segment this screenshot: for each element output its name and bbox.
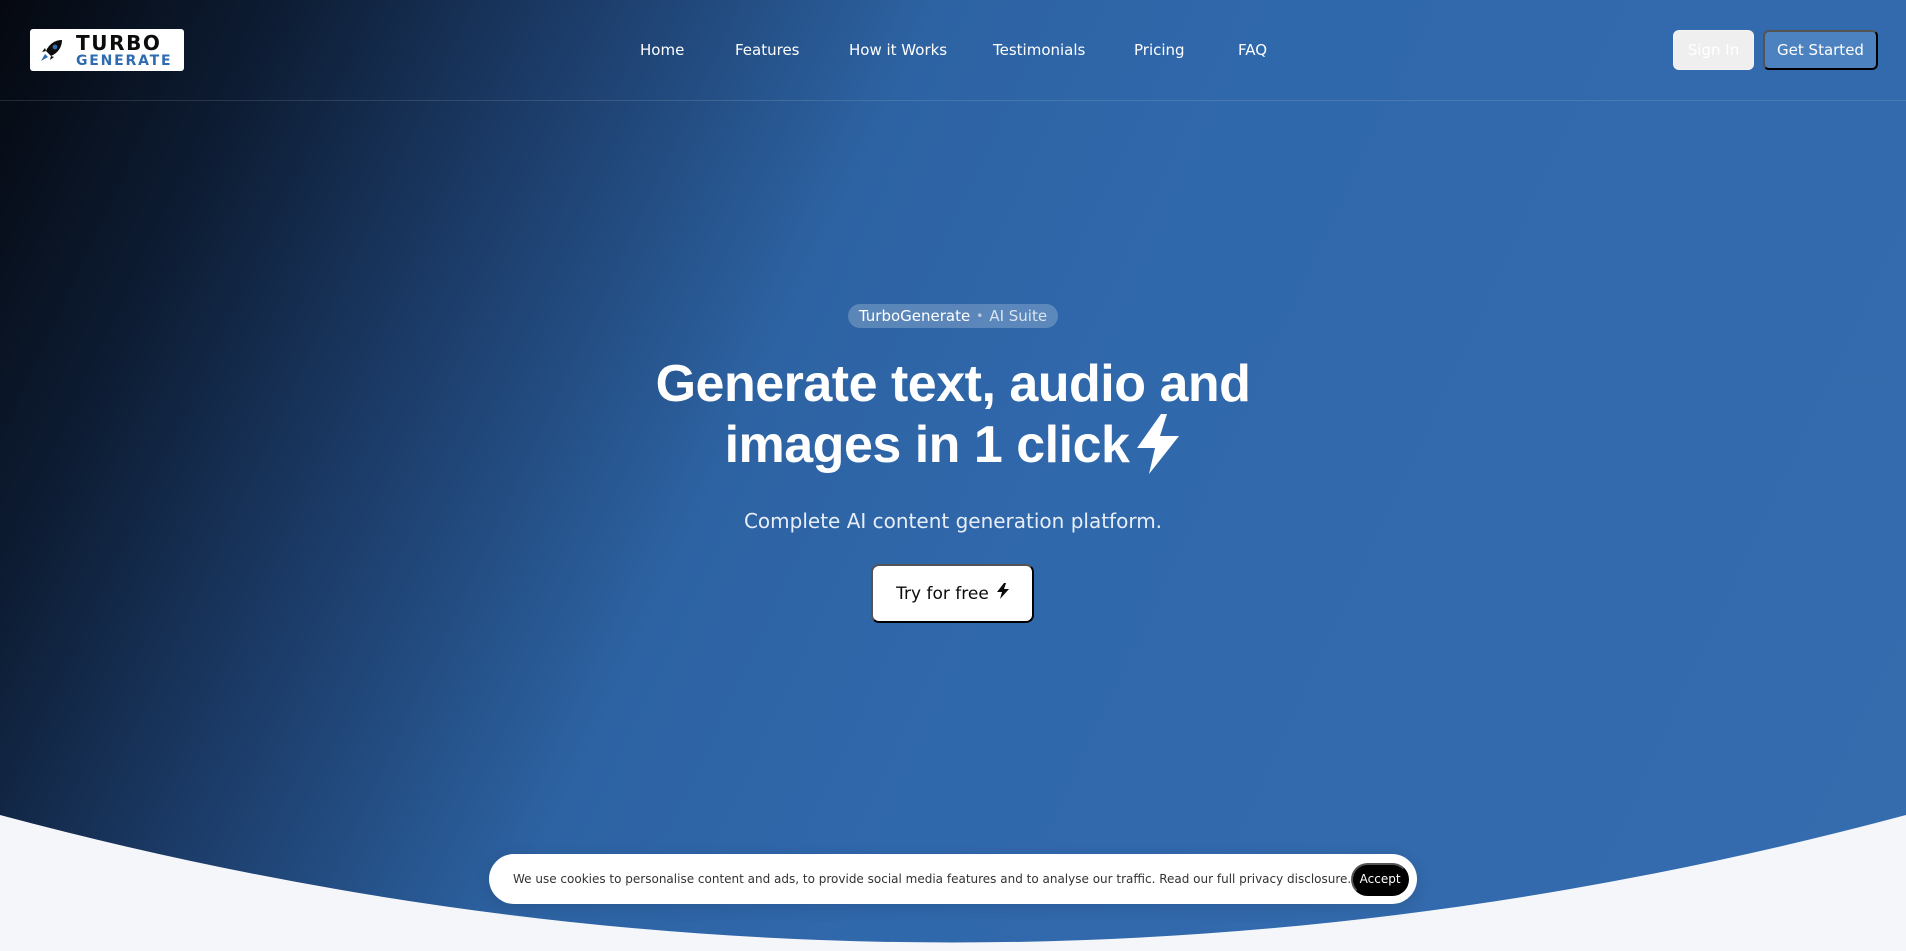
nav-item-pricing[interactable]: Pricing [1134,41,1185,59]
try-for-free-button[interactable]: Try for free [871,564,1034,623]
lightning-bolt-icon [996,583,1009,604]
hero-subtitle: Complete AI content generation platform. [743,509,1163,533]
site-header: TURBO GENERATE Home Features How it Work… [0,0,1906,101]
sign-in-button[interactable]: Sign In [1673,30,1754,70]
nav-item-testimonials[interactable]: Testimonials [993,41,1085,59]
get-started-button[interactable]: Get Started [1763,30,1878,70]
lightning-bolt-icon [1135,414,1181,487]
nav-item-features[interactable]: Features [735,41,800,59]
headline-line-2: images in 1 click [724,416,1130,474]
nav-item-faq[interactable]: FAQ [1238,41,1267,59]
cookie-banner: We use cookies to personalise content an… [489,854,1417,904]
nav-item-home[interactable]: Home [640,41,684,59]
brand-name-top: TURBO [76,30,162,55]
nav-item-how-it-works[interactable]: How it Works [849,41,947,59]
badge-separator: • [976,309,984,323]
cookie-message: We use cookies to personalise content an… [513,872,1352,886]
badge-tag: AI Suite [989,307,1048,325]
product-badge: TurboGenerate • AI Suite [848,304,1058,328]
cta-label: Try for free [896,583,989,604]
rocket-icon [30,29,74,71]
cookie-accept-button[interactable]: Accept [1351,862,1409,896]
brand-name-bottom: GENERATE [76,52,173,69]
brand-logo[interactable]: TURBO GENERATE [30,29,184,71]
badge-product-name: TurboGenerate [858,307,971,325]
headline-line-1: Generate text, audio and [655,355,1251,413]
hero-headline: Generate text, audio and images in 1 cli… [553,355,1353,487]
